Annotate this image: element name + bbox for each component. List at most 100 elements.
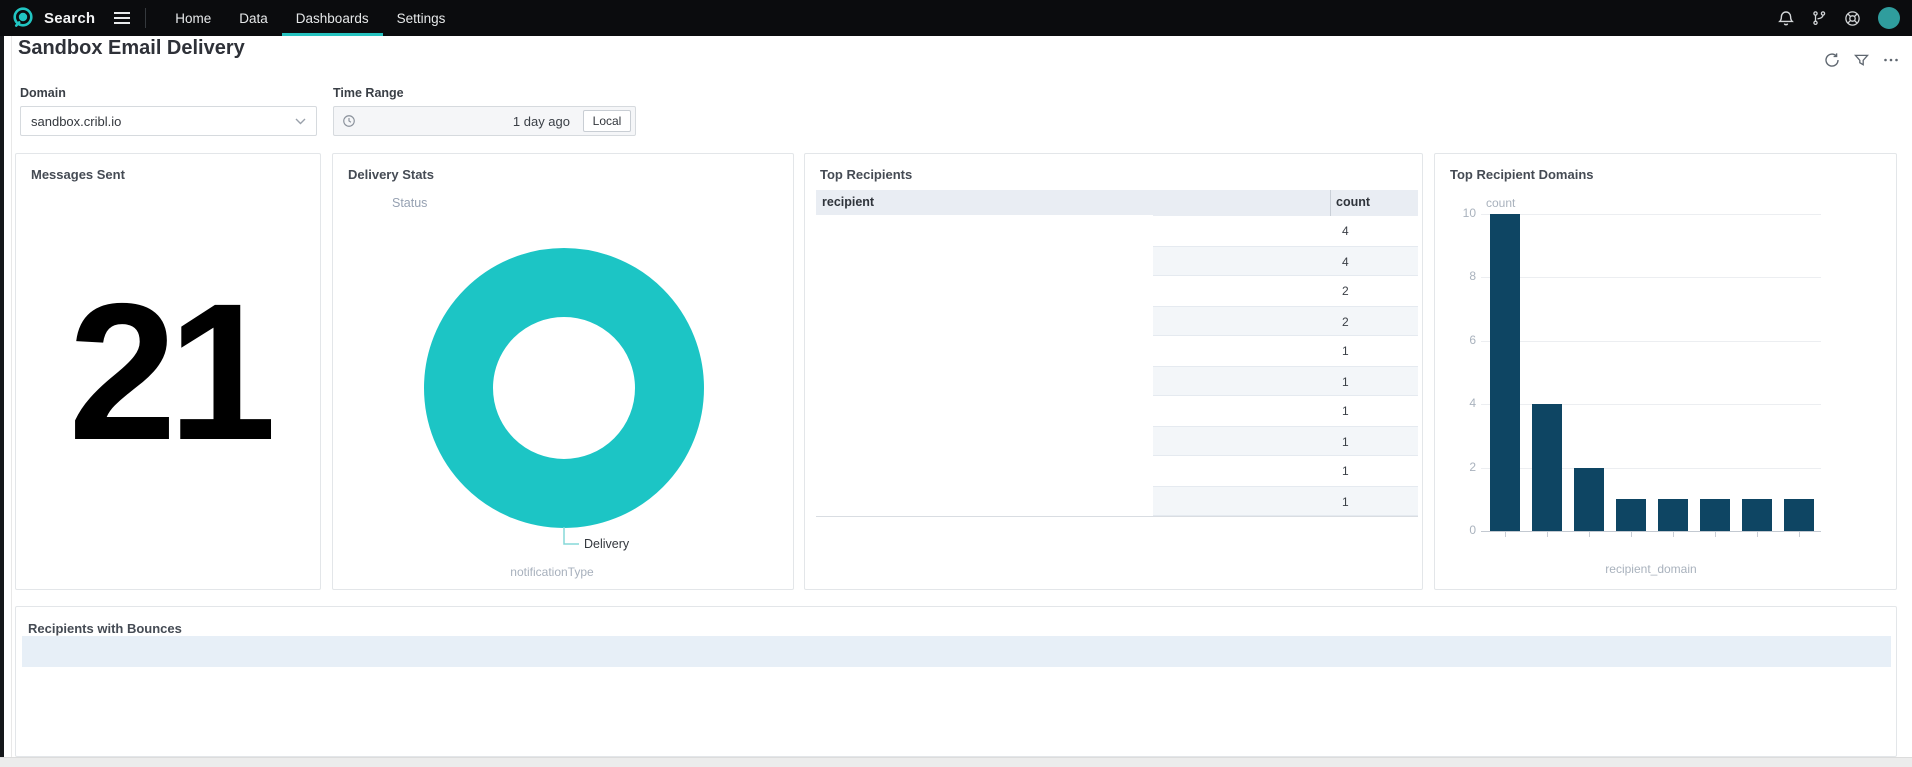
top-navbar: Search HomeDataDashboardsSettings (0, 0, 1912, 36)
recipients-table: recipient count 4 4 2 2 1 1 1 1 1 1 (816, 190, 1418, 517)
table-row: 1 (816, 336, 1418, 366)
bar (1700, 499, 1730, 531)
panel-top-recipient-domains: Top Recipient Domains count recipient_do… (1434, 153, 1897, 590)
table-header-row: recipient count (816, 190, 1418, 216)
donut-slice-label: Delivery (584, 537, 629, 551)
hamburger-menu-icon[interactable] (113, 11, 131, 25)
time-range-label: Time Range (333, 86, 404, 100)
bar (1490, 214, 1520, 531)
bar (1616, 499, 1646, 531)
nav-tab-settings[interactable]: Settings (383, 0, 460, 36)
filter-button[interactable] (1854, 53, 1869, 68)
bar (1784, 499, 1814, 531)
panel-delivery-stats: Delivery Stats Status Delivery notificat… (332, 153, 794, 590)
x-tick-mark (1715, 532, 1716, 537)
redacted-recipient-cell (816, 486, 1153, 516)
dashboard-actions (1824, 52, 1899, 68)
column-header-count: count (1336, 195, 1370, 209)
domain-select[interactable]: sandbox.cribl.io (20, 106, 317, 136)
time-range-value: 1 day ago (513, 114, 570, 129)
table-row: 1 (816, 486, 1418, 516)
navbar-right (1778, 7, 1906, 29)
redacted-recipient-cell (816, 275, 1153, 307)
x-tick-mark (1799, 532, 1800, 537)
brand-label: Search (44, 10, 95, 27)
gridline (1481, 341, 1821, 342)
x-axis-line (1481, 531, 1821, 532)
table-row: 2 (816, 276, 1418, 306)
panel-title: Top Recipients (820, 167, 912, 182)
count-cell: 4 (1342, 255, 1349, 269)
table-row: 2 (816, 306, 1418, 336)
x-tick-mark (1757, 532, 1758, 537)
count-cell: 1 (1342, 495, 1349, 509)
y-tick-label: 2 (1437, 460, 1476, 474)
collapsed-sidebar-strip (0, 36, 4, 757)
timezone-local-button[interactable]: Local (583, 110, 631, 132)
donut-chart (333, 154, 795, 591)
table-body: 4 4 2 2 1 1 1 1 1 1 (816, 216, 1418, 517)
count-cell: 1 (1342, 464, 1349, 478)
x-tick-mark (1589, 532, 1590, 537)
redacted-recipient-cell (816, 455, 1153, 487)
bar (1658, 499, 1688, 531)
y-axis-label: count (1486, 196, 1515, 210)
y-tick-label: 10 (1437, 206, 1476, 220)
redacted-recipient-cell (816, 306, 1153, 336)
column-divider (1330, 190, 1331, 216)
table-row: 4 (816, 246, 1418, 276)
nav-tabs: HomeDataDashboardsSettings (161, 0, 459, 36)
y-tick-label: 0 (1437, 523, 1476, 537)
column-header-recipient: recipient (822, 195, 874, 209)
donut-dimension-label: notificationType (477, 565, 627, 579)
x-tick-mark (1547, 532, 1548, 537)
nav-tab-home[interactable]: Home (161, 0, 225, 36)
redacted-recipient-cell (816, 366, 1153, 396)
count-cell: 1 (1342, 375, 1349, 389)
panel-messages-sent: Messages Sent 21 (15, 153, 321, 590)
notifications-bell-icon[interactable] (1778, 10, 1794, 27)
user-avatar[interactable] (1878, 7, 1900, 29)
panel-recipients-with-bounces: Recipients with Bounces (15, 606, 1897, 757)
page-title: Sandbox Email Delivery (18, 37, 245, 60)
count-cell: 1 (1342, 404, 1349, 418)
table-row: 1 (816, 426, 1418, 456)
redacted-recipient-cell (816, 426, 1153, 456)
count-cell: 1 (1342, 344, 1349, 358)
refresh-button[interactable] (1824, 52, 1840, 68)
bar (1532, 404, 1562, 531)
x-tick-mark (1631, 532, 1632, 537)
redacted-recipient-cell (816, 335, 1153, 367)
bounces-table-header-row (22, 636, 1891, 667)
search-logo[interactable] (10, 5, 36, 31)
more-options-button[interactable] (1883, 52, 1899, 68)
bar (1574, 468, 1604, 531)
count-cell: 2 (1342, 284, 1349, 298)
chevron-down-icon (295, 118, 306, 125)
domain-select-value: sandbox.cribl.io (31, 114, 121, 129)
domain-filter-label: Domain (20, 86, 66, 100)
time-range-input[interactable]: 1 day ago Local (333, 106, 636, 136)
clock-icon (342, 114, 356, 128)
y-tick-label: 6 (1437, 333, 1476, 347)
nav-tab-data[interactable]: Data (225, 0, 282, 36)
gridline (1481, 277, 1821, 278)
panel-top-recipients: Top Recipients recipient count 4 4 2 2 1 1 1 1 1… (804, 153, 1423, 590)
horizontal-scrollbar-track[interactable] (0, 757, 1912, 767)
git-branch-icon[interactable] (1811, 10, 1827, 26)
nav-divider (145, 8, 146, 28)
messages-sent-value: 21 (16, 154, 320, 589)
x-tick-mark (1673, 532, 1674, 537)
redacted-recipient-cell (816, 215, 1153, 247)
y-tick-label: 4 (1437, 396, 1476, 410)
help-lifebuoy-icon[interactable] (1844, 10, 1861, 27)
count-cell: 2 (1342, 315, 1349, 329)
gridline (1481, 214, 1821, 215)
panel-title: Recipients with Bounces (28, 621, 182, 636)
nav-tab-dashboards[interactable]: Dashboards (282, 0, 383, 36)
bar (1742, 499, 1772, 531)
table-row: 1 (816, 366, 1418, 396)
redacted-recipient-cell (816, 246, 1153, 276)
x-tick-mark (1505, 532, 1506, 537)
table-row: 4 (816, 216, 1418, 246)
